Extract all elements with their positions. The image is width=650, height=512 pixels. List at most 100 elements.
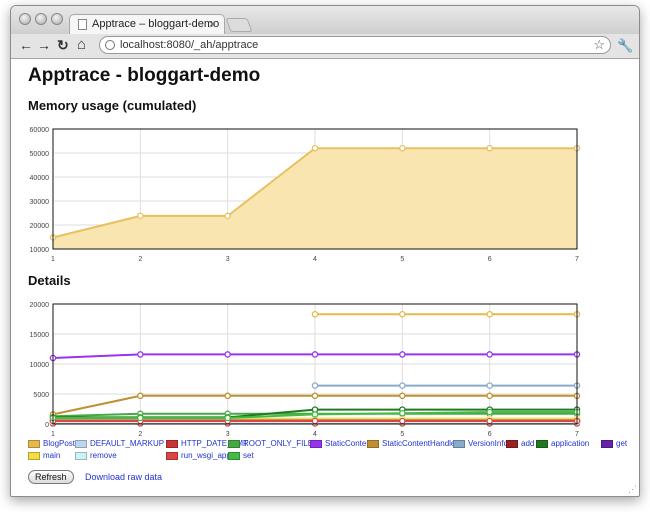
data-point bbox=[486, 392, 493, 400]
tab-apptrace[interactable]: Apptrace – bloggart-demo ✕ bbox=[69, 14, 225, 35]
data-point bbox=[311, 310, 319, 318]
legend-label: get bbox=[616, 439, 628, 448]
legend-swatch bbox=[453, 440, 465, 448]
tab-close-icon[interactable]: ✕ bbox=[208, 18, 217, 31]
data-point bbox=[399, 144, 406, 152]
data-point bbox=[311, 144, 319, 152]
data-point bbox=[311, 382, 319, 389]
y-tick-label: 60000 bbox=[30, 127, 50, 134]
x-tick-label: 3 bbox=[226, 431, 230, 438]
legend-swatch bbox=[75, 452, 87, 460]
data-point bbox=[486, 310, 493, 318]
y-tick-label: 15000 bbox=[30, 332, 50, 339]
y-tick-label: 10000 bbox=[30, 362, 50, 369]
legend-label: DEFAULT_MARKUP bbox=[90, 439, 165, 448]
zoom-window-button[interactable] bbox=[51, 13, 63, 25]
x-tick-label: 6 bbox=[488, 431, 492, 438]
legend-label: ROOT_ONLY_FILES bbox=[243, 439, 319, 448]
data-point bbox=[486, 382, 493, 389]
wrench-icon[interactable]: 🔧 bbox=[617, 38, 633, 54]
data-point bbox=[224, 414, 231, 422]
legend-swatch bbox=[310, 440, 322, 448]
data-point bbox=[311, 411, 319, 418]
address-bar[interactable]: localhost:8080/_ah/apptrace ☆ bbox=[99, 36, 611, 54]
x-tick-label: 3 bbox=[226, 256, 230, 263]
data-point bbox=[311, 392, 319, 400]
x-tick-label: 5 bbox=[400, 256, 404, 263]
x-tick-label: 2 bbox=[138, 256, 142, 263]
data-point bbox=[224, 212, 231, 220]
data-point bbox=[311, 351, 319, 358]
x-tick-label: 7 bbox=[575, 431, 579, 438]
y-tick-label: 50000 bbox=[30, 151, 50, 158]
legend-label: run_wsgi_app bbox=[181, 451, 231, 460]
data-point bbox=[399, 409, 406, 417]
data-point bbox=[399, 417, 406, 425]
refresh-button[interactable]: Refresh bbox=[28, 470, 74, 484]
data-point bbox=[224, 351, 231, 358]
legend-label: remove bbox=[90, 451, 117, 460]
y-tick-label: 20000 bbox=[30, 223, 50, 230]
legend-swatch bbox=[536, 440, 548, 448]
details-heading: Details bbox=[28, 273, 71, 288]
legend-label: VersionInfo bbox=[468, 439, 509, 448]
x-tick-label: 4 bbox=[313, 256, 317, 263]
back-arrow-icon[interactable]: ← bbox=[19, 38, 33, 52]
data-point bbox=[486, 417, 493, 425]
x-tick-label: 1 bbox=[51, 431, 55, 438]
close-window-button[interactable] bbox=[19, 13, 31, 25]
data-point bbox=[399, 382, 406, 389]
legend-swatch bbox=[367, 440, 379, 448]
legend-label: set bbox=[243, 451, 254, 460]
x-tick-label: 2 bbox=[138, 431, 142, 438]
x-tick-label: 5 bbox=[400, 431, 404, 438]
legend-swatch bbox=[228, 452, 240, 460]
legend-label: BlogPost bbox=[43, 439, 76, 448]
memory-chart: 1 2 3 4 5 6 7 60000 50000 40000 30000 20000 10000 bbox=[30, 127, 581, 263]
y-tick-label: 30000 bbox=[30, 199, 50, 206]
legend-swatch bbox=[228, 440, 240, 448]
data-point bbox=[399, 351, 406, 358]
data-point bbox=[137, 414, 144, 422]
data-point bbox=[486, 351, 493, 358]
resize-grip-icon[interactable]: ⋰ bbox=[628, 484, 637, 495]
minimize-window-button[interactable] bbox=[35, 13, 47, 25]
globe-icon bbox=[105, 40, 115, 50]
data-point bbox=[311, 417, 319, 425]
x-tick-label: 4 bbox=[313, 431, 317, 438]
y-tick-label: 40000 bbox=[30, 175, 50, 182]
data-point bbox=[486, 408, 493, 416]
y-tick-label: 20000 bbox=[30, 302, 50, 309]
legend-swatch bbox=[28, 452, 40, 460]
forward-arrow-icon[interactable]: → bbox=[37, 38, 51, 52]
new-tab-button[interactable] bbox=[225, 18, 253, 32]
memory-heading: Memory usage (cumulated) bbox=[28, 98, 197, 113]
title-bar: Apptrace – bloggart-demo ✕ bbox=[11, 6, 639, 35]
legend-label: add bbox=[521, 439, 535, 448]
legend-label: main bbox=[43, 451, 61, 460]
data-point bbox=[224, 392, 231, 400]
legend-swatch bbox=[28, 440, 40, 448]
x-tick-label: 1 bbox=[51, 256, 55, 263]
x-tick-label: 7 bbox=[575, 256, 579, 263]
bookmark-star-icon[interactable]: ☆ bbox=[593, 37, 605, 53]
legend-swatch bbox=[166, 440, 178, 448]
reload-icon[interactable]: ↻ bbox=[57, 38, 69, 52]
series-area bbox=[53, 148, 577, 249]
y-tick-label: 0 bbox=[45, 422, 49, 429]
x-tick-label: 6 bbox=[488, 256, 492, 263]
legend-swatch bbox=[601, 440, 613, 448]
home-icon[interactable]: ⌂ bbox=[77, 37, 86, 52]
legend-swatch bbox=[506, 440, 518, 448]
legend-label: StaticContentHandler bbox=[382, 439, 459, 448]
download-raw-data-link[interactable]: Download raw data bbox=[85, 470, 162, 484]
browser-toolbar: ← → ↻ ⌂ localhost:8080/_ah/apptrace ☆ 🔧 bbox=[11, 34, 639, 59]
data-point bbox=[486, 144, 493, 152]
legend-swatch bbox=[166, 452, 178, 460]
address-bar-url: localhost:8080/_ah/apptrace bbox=[120, 39, 259, 51]
y-tick-label: 10000 bbox=[30, 247, 50, 254]
data-point bbox=[137, 392, 144, 400]
legend-swatch bbox=[75, 440, 87, 448]
legend-label: application bbox=[551, 439, 590, 448]
page-icon bbox=[78, 19, 87, 30]
